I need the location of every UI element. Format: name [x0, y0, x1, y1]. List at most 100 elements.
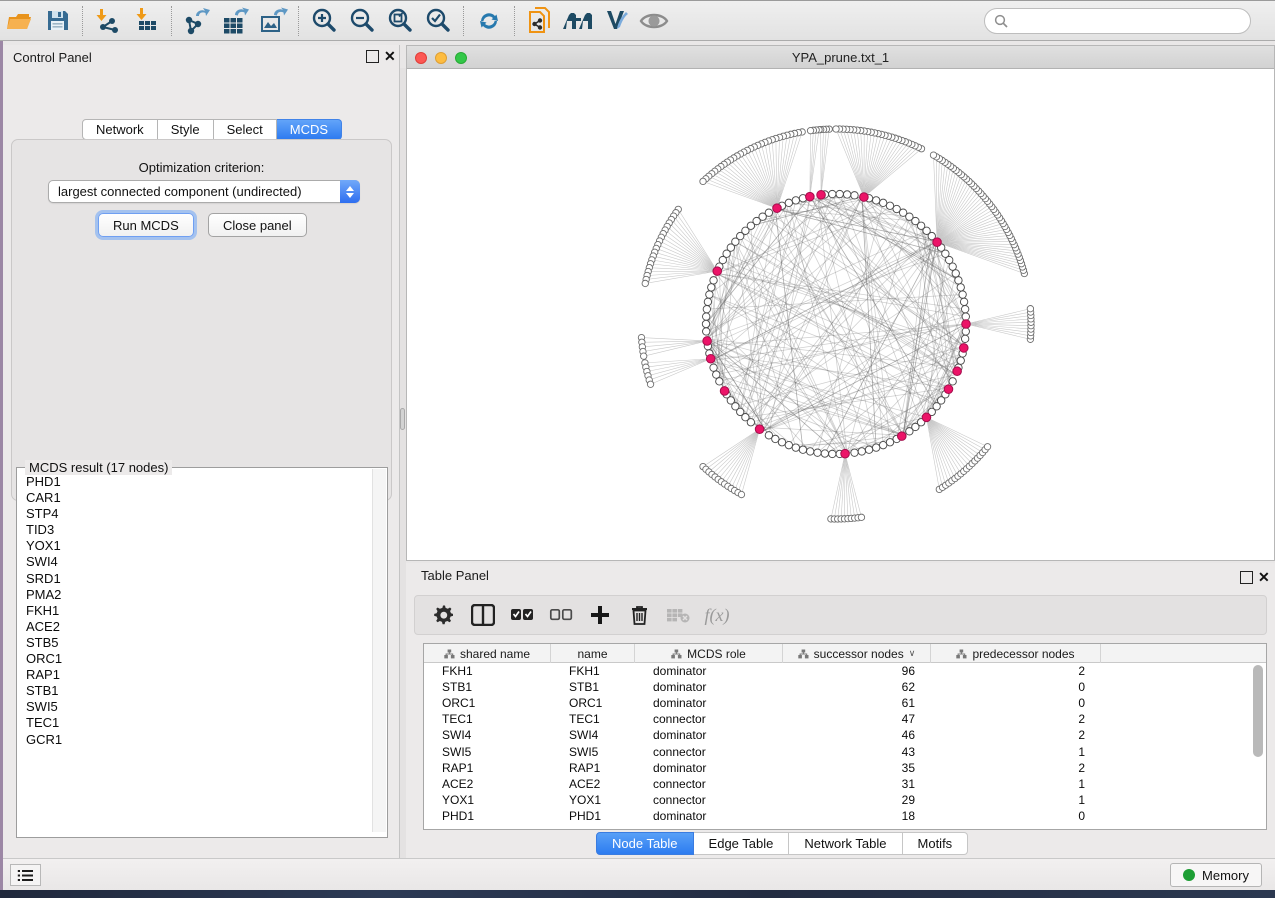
criterion-select[interactable]: largest connected component (undirected) — [48, 180, 360, 203]
save-session-icon[interactable] — [40, 5, 74, 37]
column-header-mcds-role[interactable]: MCDS role — [635, 644, 783, 663]
control-panel: Control Panel ✕ NetworkStyleSelectMCDS O… — [3, 45, 400, 858]
column-header-shared-name[interactable]: shared name — [424, 644, 551, 663]
mcds-result-item[interactable]: TEC1 — [18, 715, 370, 731]
mcds-result-item[interactable]: ORC1 — [18, 651, 370, 667]
table-row[interactable]: YOX1YOX1connector291 — [424, 792, 1252, 808]
table-row[interactable]: FKH1FKH1dominator962 — [424, 663, 1252, 679]
tab-select[interactable]: Select — [214, 119, 277, 140]
tab-edge-table[interactable]: Edge Table — [694, 832, 790, 855]
mcds-result-item[interactable]: YOX1 — [18, 538, 370, 554]
cell-predecessor-nodes: 1 — [931, 793, 1101, 807]
cell-mcds-role: connector — [635, 777, 783, 791]
column-header-predecessor-nodes[interactable]: predecessor nodes — [931, 644, 1101, 663]
divider-handle-icon[interactable] — [400, 408, 405, 430]
delete-column-icon[interactable] — [624, 600, 654, 630]
mcds-result-item[interactable]: GCR1 — [18, 732, 370, 748]
cell-successor-nodes: 43 — [783, 745, 931, 759]
memory-button[interactable]: Memory — [1170, 863, 1262, 887]
result-scrollbar[interactable] — [372, 469, 386, 832]
tab-mcds[interactable]: MCDS — [277, 119, 342, 140]
table-row[interactable]: PHD1PHD1dominator180 — [424, 808, 1252, 824]
zoom-out-icon[interactable] — [345, 5, 379, 37]
cell-shared-name: ORC1 — [424, 696, 551, 710]
float-table-panel-icon[interactable] — [1240, 571, 1253, 584]
table-row[interactable]: ORC1ORC1dominator610 — [424, 695, 1252, 711]
mcds-result-item[interactable]: STB5 — [18, 635, 370, 651]
refresh-icon[interactable] — [472, 5, 506, 37]
run-mcds-button[interactable]: Run MCDS — [98, 213, 194, 237]
table-options-icon[interactable] — [429, 600, 459, 630]
cell-successor-nodes: 35 — [783, 761, 931, 775]
open-session-icon[interactable] — [2, 5, 36, 37]
cell-predecessor-nodes: 0 — [931, 696, 1101, 710]
mcds-result-item[interactable]: SWI4 — [18, 554, 370, 570]
mcds-result-item[interactable]: CAR1 — [18, 490, 370, 506]
share-document-icon[interactable] — [523, 5, 557, 37]
mcds-result-item[interactable]: PMA2 — [18, 587, 370, 603]
sort-chevron-icon[interactable]: ∨ — [909, 648, 916, 659]
delete-table-icon[interactable] — [663, 600, 693, 630]
add-column-icon[interactable] — [585, 600, 615, 630]
table-scrollbar[interactable] — [1253, 665, 1264, 825]
deselect-all-icon[interactable] — [546, 600, 576, 630]
cell-name: ORC1 — [551, 696, 635, 710]
network-window-titlebar: YPA_prune.txt_1 — [407, 46, 1274, 69]
network-canvas[interactable] — [409, 69, 1274, 560]
zoom-selected-icon[interactable] — [421, 5, 455, 37]
vizmapper-icon[interactable] — [599, 5, 633, 37]
export-image-icon[interactable] — [256, 5, 290, 37]
mcds-result-item[interactable]: SWI5 — [18, 699, 370, 715]
cell-mcds-role: dominator — [635, 664, 783, 678]
export-network-icon[interactable] — [180, 5, 214, 37]
mcds-result-item[interactable]: FKH1 — [18, 603, 370, 619]
function-builder-icon[interactable]: f(x) — [702, 600, 732, 630]
desktop-wallpaper-strip — [0, 890, 1275, 898]
close-panel-icon[interactable]: ✕ — [384, 50, 397, 63]
task-history-button[interactable] — [10, 864, 41, 886]
mcds-result-item[interactable]: STP4 — [18, 506, 370, 522]
cell-shared-name: TEC1 — [424, 712, 551, 726]
show-hide-icon[interactable] — [637, 5, 671, 37]
zoom-fit-icon[interactable] — [383, 5, 417, 37]
table-row[interactable]: ACE2ACE2connector311 — [424, 776, 1252, 792]
search-field[interactable] — [984, 8, 1251, 34]
mcds-result-item[interactable]: ACE2 — [18, 619, 370, 635]
column-layout-icon[interactable] — [468, 600, 498, 630]
mcds-result-item[interactable]: RAP1 — [18, 667, 370, 683]
table-row[interactable]: STB1STB1dominator620 — [424, 679, 1252, 695]
mcds-pane: Optimization criterion: largest connecte… — [11, 139, 392, 501]
close-panel-button[interactable]: Close panel — [208, 213, 307, 237]
status-bar: Memory — [0, 858, 1275, 890]
tab-motifs[interactable]: Motifs — [903, 832, 969, 855]
tab-style[interactable]: Style — [158, 119, 214, 140]
column-header-successor-nodes[interactable]: successor nodes∨ — [783, 644, 931, 663]
table-row[interactable]: TEC1TEC1connector472 — [424, 711, 1252, 727]
table-row[interactable]: RAP1RAP1dominator352 — [424, 760, 1252, 776]
tab-network[interactable]: Network — [82, 119, 158, 140]
select-all-icon[interactable] — [507, 600, 537, 630]
mcds-result-item[interactable]: PHD1 — [18, 474, 370, 490]
scrollbar-thumb[interactable] — [1253, 665, 1263, 757]
find-icon[interactable] — [561, 5, 595, 37]
mcds-result-item[interactable]: STB1 — [18, 683, 370, 699]
cell-predecessor-nodes: 1 — [931, 777, 1101, 791]
cell-successor-nodes: 61 — [783, 696, 931, 710]
close-table-panel-icon[interactable]: ✕ — [1258, 571, 1271, 584]
column-header-name[interactable]: name — [551, 644, 635, 663]
table-row[interactable]: SWI4SWI4dominator462 — [424, 727, 1252, 743]
memory-label: Memory — [1202, 868, 1249, 883]
mcds-result-item[interactable]: SRD1 — [18, 571, 370, 587]
table-row[interactable]: SWI5SWI5connector431 — [424, 743, 1252, 759]
float-panel-icon[interactable] — [366, 50, 379, 63]
export-table-icon[interactable] — [218, 5, 252, 37]
zoom-in-icon[interactable] — [307, 5, 341, 37]
tab-node-table[interactable]: Node Table — [596, 832, 694, 855]
toolbar-separator — [171, 6, 172, 36]
cell-name: ACE2 — [551, 777, 635, 791]
mcds-result-item[interactable]: TID3 — [18, 522, 370, 538]
search-input[interactable] — [1009, 11, 1250, 31]
import-table-icon[interactable] — [129, 5, 163, 37]
tab-network-table[interactable]: Network Table — [789, 832, 902, 855]
import-network-icon[interactable] — [91, 5, 125, 37]
